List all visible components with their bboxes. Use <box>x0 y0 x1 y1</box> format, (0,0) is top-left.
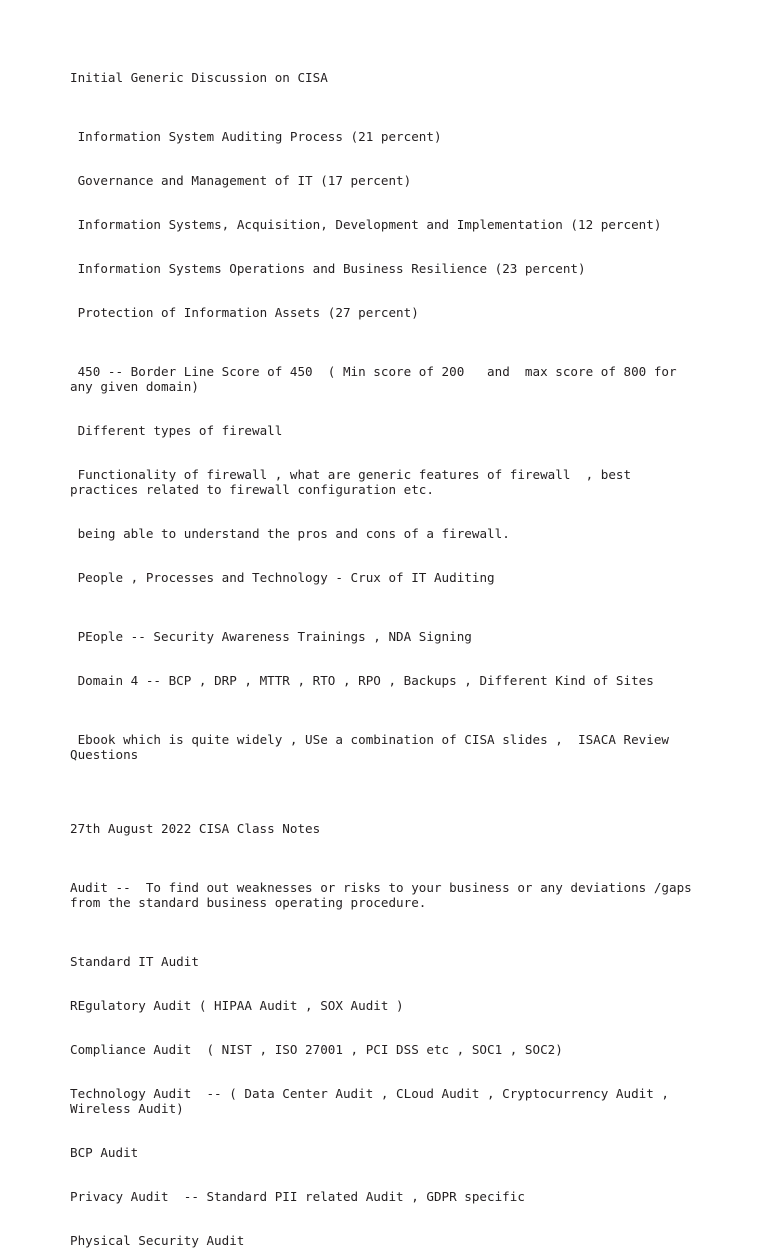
people-process-technology-note: People , Processes and Technology - Crux… <box>70 570 495 585</box>
heading-class-notes: 27th August 2022 CISA Class Notes <box>70 821 321 836</box>
border-line-score-note: 450 -- Border Line Score of 450 ( Min sc… <box>70 364 677 394</box>
document-page: Initial Generic Discussion on CISA Infor… <box>0 0 768 1248</box>
cisa-domain-5: Protection of Information Assets (27 per… <box>70 305 419 320</box>
heading-cisa-discussion: Initial Generic Discussion on CISA <box>70 70 328 85</box>
cisa-domain-2: Governance and Management of IT (17 perc… <box>70 173 412 188</box>
firewall-pros-cons-note: being able to understand the pros and co… <box>70 526 510 541</box>
firewall-types-note: Different types of firewall <box>70 423 283 438</box>
audit-type-regulatory: REgulatory Audit ( HIPAA Audit , SOX Aud… <box>70 998 404 1013</box>
audit-type-bcp: BCP Audit <box>70 1145 139 1160</box>
firewall-functionality-note: Functionality of firewall , what are gen… <box>70 467 632 497</box>
study-material-note: Ebook which is quite widely , USe a comb… <box>70 732 669 762</box>
audit-type-technology: Technology Audit -- ( Data Center Audit … <box>70 1086 669 1116</box>
cisa-domain-1: Information System Auditing Process (21 … <box>70 129 442 144</box>
people-training-note: PEople -- Security Awareness Trainings ,… <box>70 629 472 644</box>
cisa-domain-4: Information Systems Operations and Busin… <box>70 261 586 276</box>
audit-type-compliance: Compliance Audit ( NIST , ISO 27001 , PC… <box>70 1042 563 1057</box>
document-body: Initial Generic Discussion on CISA Infor… <box>70 70 698 1248</box>
audit-type-physical-security: Physical Security Audit <box>70 1233 245 1248</box>
cisa-domain-3: Information Systems, Acquisition, Develo… <box>70 217 662 232</box>
audit-type-privacy: Privacy Audit -- Standard PII related Au… <box>70 1189 525 1204</box>
audit-definition: Audit -- To find out weaknesses or risks… <box>70 880 692 910</box>
domain4-topics-note: Domain 4 -- BCP , DRP , MTTR , RTO , RPO… <box>70 673 654 688</box>
audit-type-standard-it: Standard IT Audit <box>70 954 199 969</box>
